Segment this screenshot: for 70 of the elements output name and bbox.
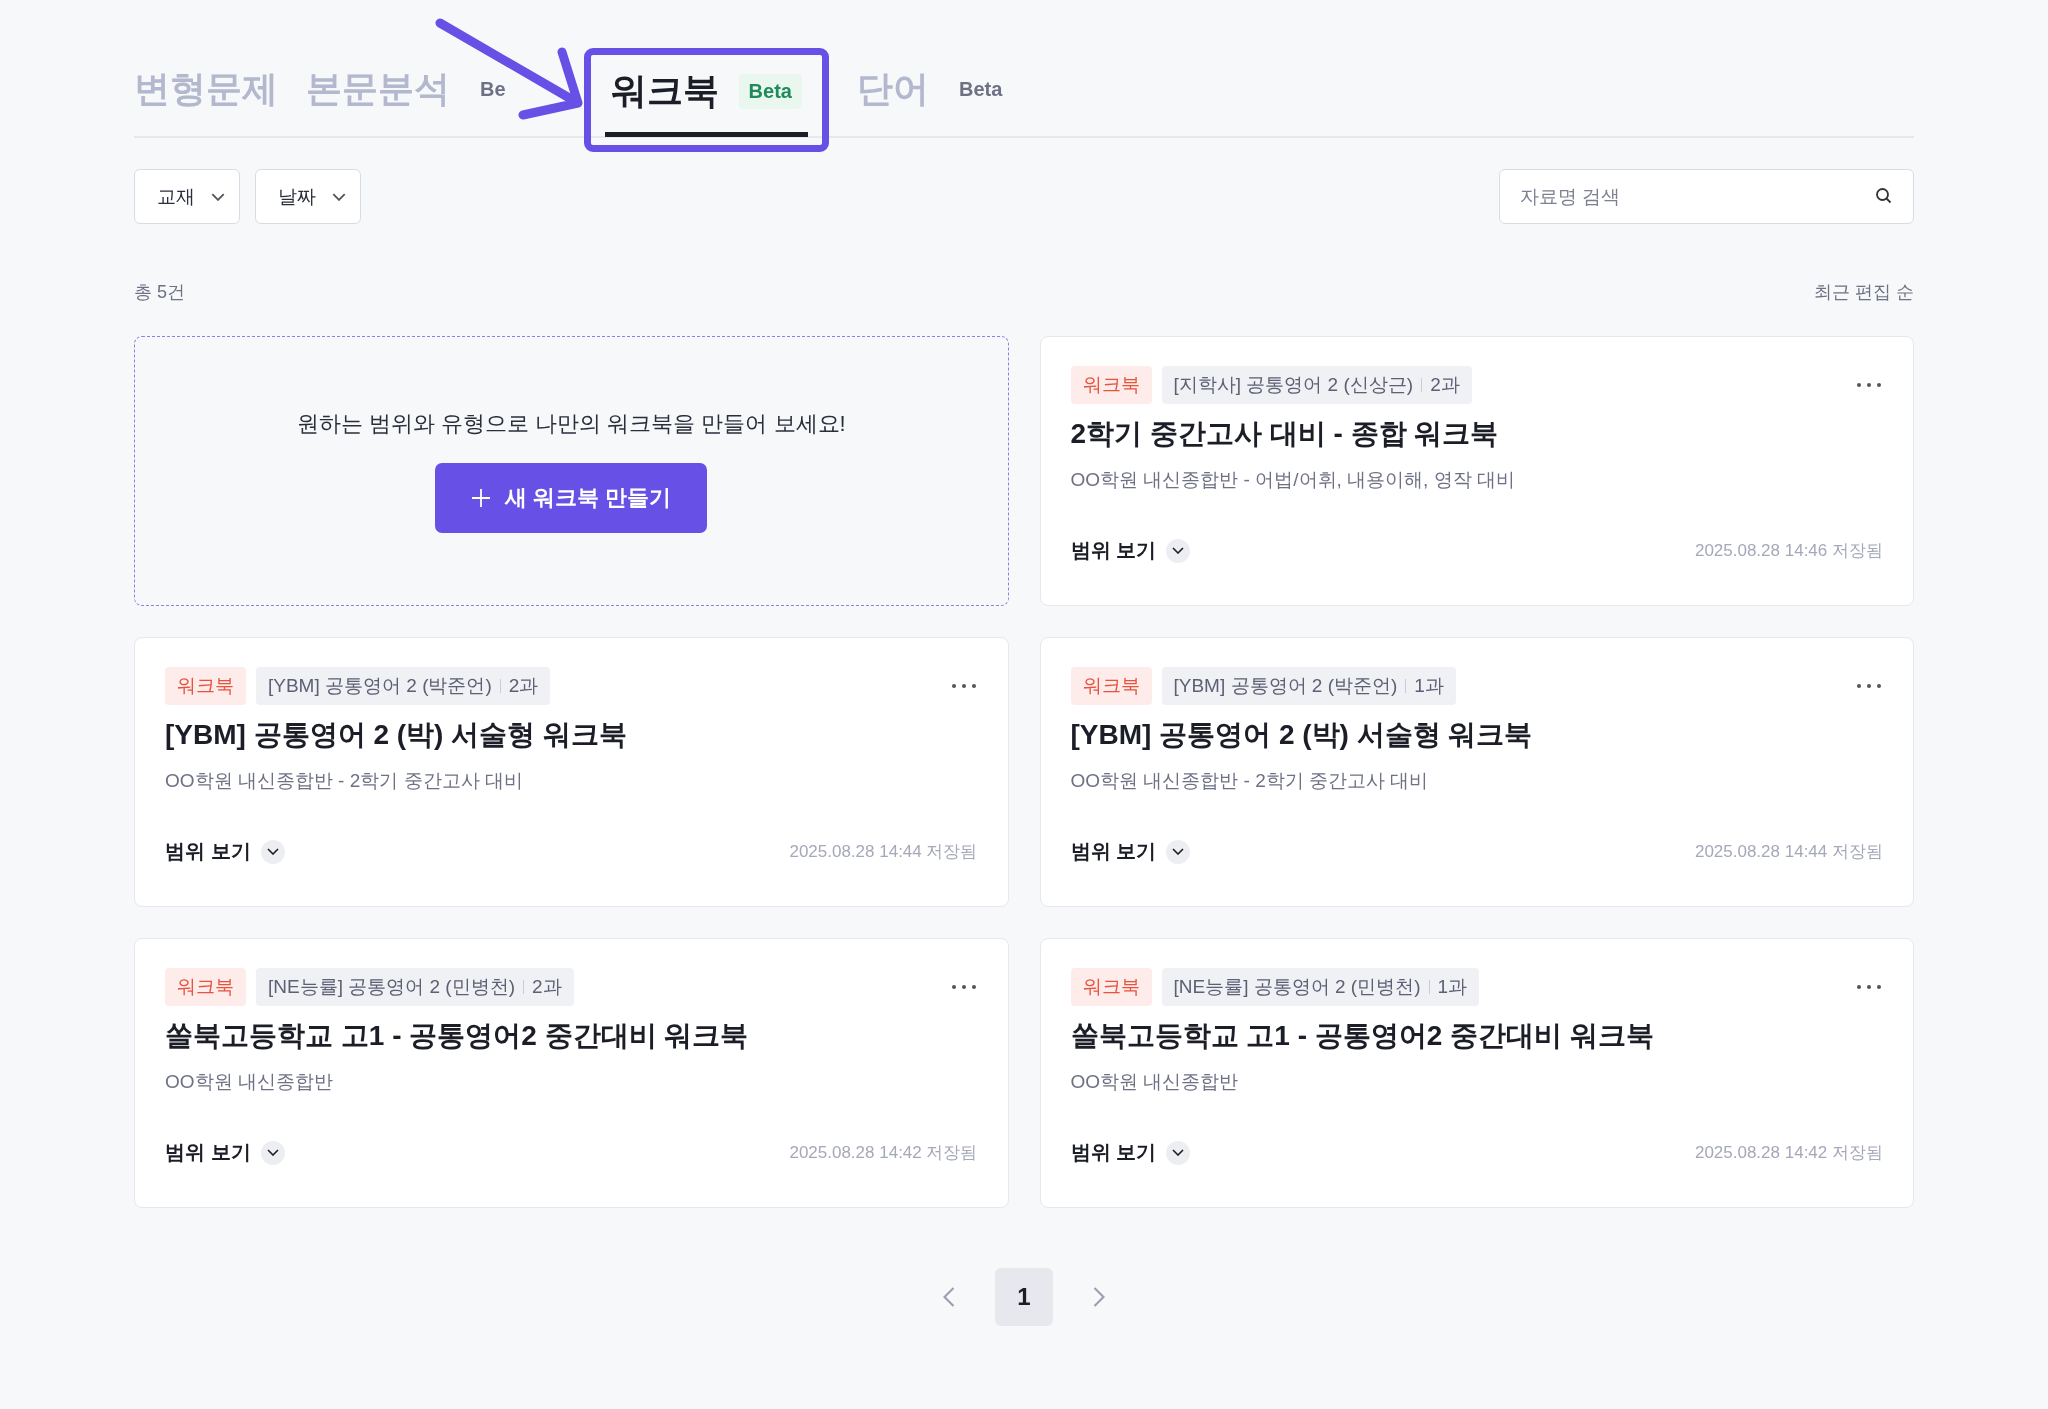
textbook-name: [YBM] 공통영어 2 (박준언) [268,674,492,698]
chevron-down-icon [1172,547,1185,554]
tab[interactable]: 워크북 Beta [583,48,829,152]
filter-dropdown[interactable]: 교재 [134,169,240,224]
page-button[interactable]: 1 [995,1268,1053,1326]
textbook-name: [YBM] 공통영어 2 (박준언) [1173,674,1398,698]
search-field[interactable]: 자료명 검색 [1499,169,1914,224]
workbook-tag: 워크북 [1070,366,1152,404]
card-subtitle: OO학원 내신종합반 [1070,1070,1240,1094]
workbook-card[interactable]: 워크북 [NE능률] 공통영어 2 (민병천) 1과 쏠북고등학교 고1 - 공통영어2 중간대비 워크북 OO학원 내신종합반 범위 보기 2025.08.28 14:42 저장됨 [1039,938,1914,1208]
card-title: [YBM] 공통영어 2 (박) 서술형 워크북 [165,718,628,752]
saved-time: 2025.08.28 14:42 저장됨 [789,1142,978,1164]
lesson-label: 2과 [532,975,562,999]
beta-label: Be [479,77,507,102]
card-title: [YBM] 공통영어 2 (박) 서술형 워크북 [1070,718,1534,752]
saved-time: 2025.08.28 14:44 저장됨 [789,841,978,863]
workbook-tag: 워크북 [1070,968,1152,1006]
tab[interactable]: 단어 Beta [856,65,1013,136]
scope-toggle[interactable]: 범위 보기 [165,1139,285,1166]
saved-time: 2025.08.28 14:46 저장됨 [1694,540,1883,562]
sort-option[interactable]: 최근 편집 순 [1814,280,1914,304]
chevron-down-icon [1172,1149,1185,1156]
chevron-down-icon [266,1149,279,1156]
card-subtitle: OO학원 내신종합반 [165,1070,334,1094]
lesson-label: 1과 [1437,975,1468,999]
filter-dropdown[interactable]: 날짜 [255,169,361,224]
chevron-right-icon [1093,1286,1105,1308]
lesson-label: 1과 [1414,674,1444,698]
lesson-label: 2과 [508,674,539,698]
workbook-tag: 워크북 [1070,667,1152,705]
more-icon[interactable] [1855,681,1883,691]
tab[interactable]: 본문분석 Be [306,65,516,136]
lesson-label: 2과 [1430,373,1460,397]
new-workbook-button[interactable]: 새 워크북 만들기 [435,463,708,533]
card-title: 쏠북고등학교 고1 - 공통영어2 중간대비 워크북 [1070,1019,1655,1053]
chevron-down-icon [1172,848,1185,855]
workbook-tag: 워크북 [165,968,246,1006]
beta-label: Beta [738,74,802,109]
workbook-card[interactable]: 워크북 [지학사] 공통영어 2 (신상근) 2과 2학기 중간고사 대비 - 종합 워크북 OO학원 내신종합반 - 어법/어휘, 내용이해, 영작 대비 범위 보기 2025.08.28 14:46 저장됨 [1039,336,1914,606]
more-icon[interactable] [949,681,978,691]
card-title: 2학기 중간고사 대비 - 종합 워크북 [1070,417,1500,451]
chevron-down-icon [211,192,225,201]
scope-toggle[interactable]: 범위 보기 [1070,838,1191,865]
saved-time: 2025.08.28 14:44 저장됨 [1694,841,1883,863]
workbook-card[interactable]: 워크북 [YBM] 공통영어 2 (박준언) 2과 [YBM] 공통영어 2 (박) 서술형 워크북 OO학원 내신종합반 - 2학기 중간고사 대비 범위 보기 2025.08.28 14:44 저장됨 [134,637,1009,907]
chevron-left-icon [943,1286,955,1308]
search-icon[interactable] [1874,186,1894,206]
scope-toggle[interactable]: 범위 보기 [1070,1139,1191,1166]
more-icon[interactable] [1855,982,1883,992]
textbook-name: [NE능률] 공통영어 2 (민병천) [268,975,515,999]
create-prompt: 원하는 범위와 유형으로 나만의 워크북을 만들어 보세요! [296,410,846,438]
beta-label: Beta [957,77,1004,102]
saved-time: 2025.08.28 14:42 저장됨 [1694,1142,1883,1164]
scope-toggle[interactable]: 범위 보기 [1070,537,1191,564]
chevron-down-icon [332,192,346,201]
textbook-name: [지학사] 공통영어 2 (신상근) [1173,373,1414,397]
chevron-down-icon [266,848,279,855]
workbook-tag: 워크북 [165,667,246,705]
card-subtitle: OO학원 내신종합반 - 2학기 중간고사 대비 [1070,769,1430,793]
textbook-name: [NE능률] 공통영어 2 (민병천) [1173,975,1421,999]
scope-toggle[interactable]: 범위 보기 [165,838,285,865]
card-subtitle: OO학원 내신종합반 - 2학기 중간고사 대비 [165,769,524,793]
more-icon[interactable] [949,982,978,992]
plus-icon [471,488,492,508]
workbook-card[interactable]: 워크북 [YBM] 공통영어 2 (박준언) 1과 [YBM] 공통영어 2 (박) 서술형 워크북 OO학원 내신종합반 - 2학기 중간고사 대비 범위 보기 2025.08.28 14:44 저장됨 [1039,637,1914,907]
card-title: 쏠북고등학교 고1 - 공통영어2 중간대비 워크북 [165,1019,750,1053]
total-count: 총 5건 [134,281,185,304]
card-subtitle: OO학원 내신종합반 - 어법/어휘, 내용이해, 영작 대비 [1070,468,1516,492]
more-icon[interactable] [1855,380,1883,390]
workbook-card[interactable]: 워크북 [NE능률] 공통영어 2 (민병천) 2과 쏠북고등학교 고1 - 공통영어2 중간대비 워크북 OO학원 내신종합반 범위 보기 2025.08.28 14:42 저장됨 [134,938,1009,1208]
